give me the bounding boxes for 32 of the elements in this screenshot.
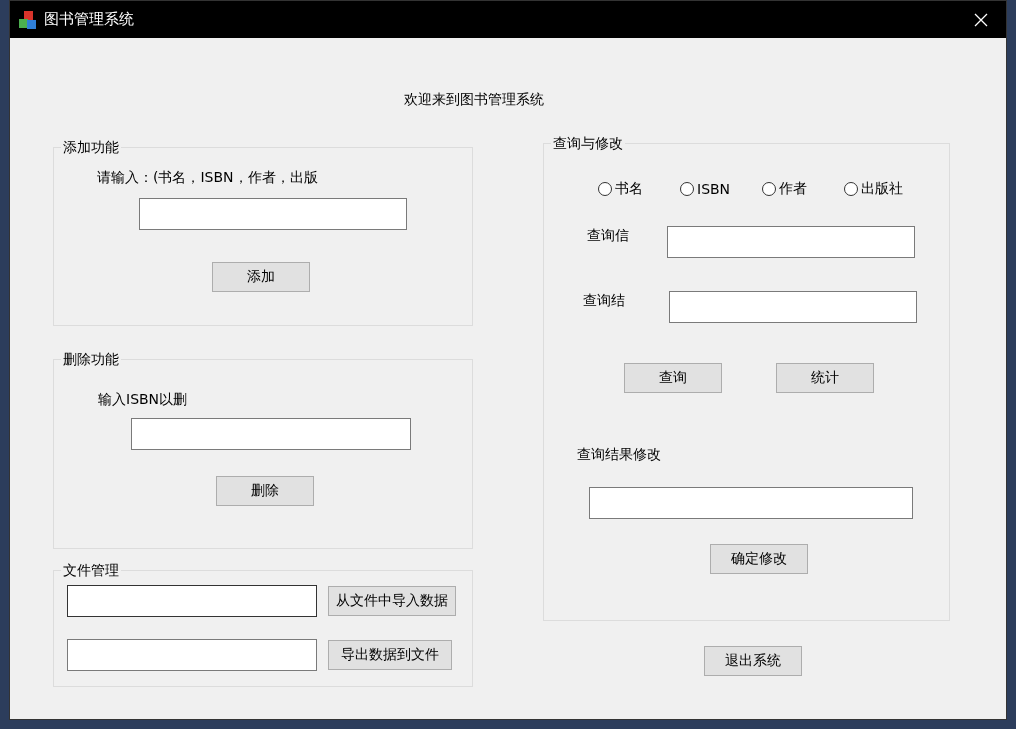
app-icon (18, 9, 38, 30)
group-title: 查询与修改 (552, 134, 624, 152)
edit-label: 查询结果修改 (577, 445, 661, 463)
query-button[interactable]: 统计 (776, 363, 874, 393)
field-label: 查询信 (587, 226, 630, 244)
group-title: 删除功能 (62, 350, 120, 368)
add-button[interactable]: 添加 (212, 262, 310, 292)
field-label: 查询结 (583, 291, 626, 309)
confirm-button[interactable]: 确定修改 (710, 544, 808, 574)
close-icon (974, 12, 988, 27)
exit-button[interactable]: 退出系统 (703, 646, 802, 676)
window-title: 图书管理系统 (44, 10, 135, 29)
input-prompt: 输入ISBN以删 (98, 390, 188, 408)
file-button[interactable]: 从文件中导入数据 (328, 586, 456, 616)
query-field[interactable] (669, 291, 917, 323)
group-title: 文件管理 (62, 561, 120, 579)
edit-field[interactable] (589, 487, 913, 519)
input-prompt: 请输入：(书名，ISBN，作者，出版 (97, 168, 318, 186)
radio-option[interactable]: ISBN (680, 180, 762, 198)
file-path-field[interactable] (67, 639, 317, 671)
delete-button[interactable]: 删除 (216, 476, 314, 506)
isbn-input-field[interactable] (131, 418, 411, 450)
radio-option[interactable]: 书名 (598, 180, 680, 198)
welcome-text: 欢迎来到图书管理系统 (404, 90, 545, 108)
group-title: 添加功能 (62, 138, 120, 156)
query-field[interactable] (667, 226, 915, 258)
file-path-field[interactable] (67, 585, 317, 617)
book-input-field[interactable] (139, 198, 407, 230)
radio-option[interactable]: 出版社 (844, 180, 926, 198)
radio-option[interactable]: 作者 (762, 180, 844, 198)
file-button[interactable]: 导出数据到文件 (328, 640, 452, 670)
query-button[interactable]: 查询 (624, 363, 722, 393)
